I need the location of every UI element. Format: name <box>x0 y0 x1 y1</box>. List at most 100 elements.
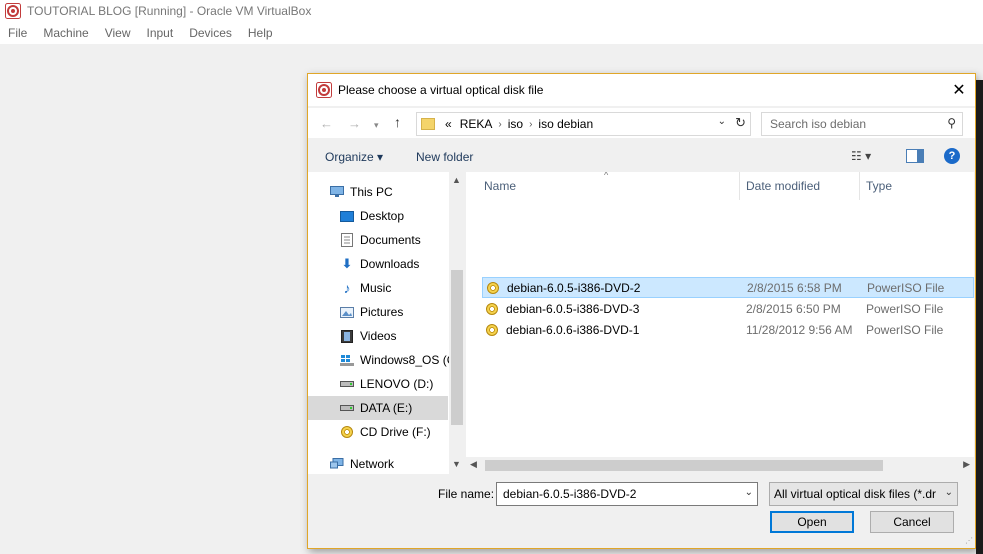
file-name-input[interactable] <box>501 486 735 502</box>
nav-item-windows8-os[interactable]: Windows8_OS (C <box>340 348 465 372</box>
nav-item-label: Music <box>360 281 392 295</box>
help-icon[interactable]: ? <box>944 148 960 164</box>
folder-icon <box>421 118 435 130</box>
file-name-combobox[interactable]: ⌄ <box>496 482 758 506</box>
nav-item-lenovo-d[interactable]: LENOVO (D:) <box>340 372 465 396</box>
drive-icon <box>340 401 354 415</box>
dialog-title: Please choose a virtual optical disk fil… <box>338 83 544 97</box>
chevron-right-icon[interactable]: › <box>529 119 532 130</box>
file-type-select[interactable]: All virtual optical disk files (*.dr ⌄ <box>769 482 958 506</box>
chevron-right-icon[interactable]: › <box>498 119 501 130</box>
menu-file[interactable]: File <box>0 26 35 40</box>
nav-item-data-e[interactable]: DATA (E:) <box>308 396 448 420</box>
pictures-icon <box>340 305 354 319</box>
disc-image-icon <box>486 323 498 336</box>
chevron-down-icon[interactable]: ⌄ <box>945 487 953 498</box>
menu-machine[interactable]: Machine <box>35 26 96 40</box>
preview-pane-icon[interactable] <box>906 149 924 163</box>
nav-item-documents[interactable]: Documents <box>340 228 465 252</box>
nav-item-music[interactable]: ♪ Music <box>340 276 465 300</box>
nav-item-label: LENOVO (D:) <box>360 377 434 391</box>
view-options-icon[interactable]: ☷ ▾ <box>851 149 871 163</box>
cancel-button[interactable]: Cancel <box>870 511 954 533</box>
dialog-footer: File name: ⌄ All virtual optical disk fi… <box>308 475 975 548</box>
nav-item-this-pc[interactable]: This PC <box>330 180 465 204</box>
disc-icon <box>341 426 353 438</box>
scrollbar-thumb[interactable] <box>485 460 883 471</box>
file-dialog: Please choose a virtual optical disk fil… <box>307 73 983 554</box>
virtualbox-icon <box>5 3 21 19</box>
chevron-down-icon[interactable]: ▾ <box>374 120 379 131</box>
breadcrumb-overflow[interactable]: « <box>445 117 452 131</box>
nav-item-network[interactable]: Network <box>330 452 465 474</box>
drive-icon <box>340 377 354 391</box>
file-row[interactable]: debian-6.0.6-i386-DVD-1 11/28/2012 9:56 … <box>482 319 974 340</box>
breadcrumb-reka[interactable]: REKA <box>460 117 493 131</box>
virtualbox-icon <box>316 82 332 98</box>
column-divider[interactable] <box>739 172 740 200</box>
search-box[interactable]: ⚲ <box>761 112 963 136</box>
nav-item-label: This PC <box>350 185 393 199</box>
refresh-icon[interactable]: ↻ <box>735 115 746 131</box>
computer-icon <box>330 185 344 199</box>
file-name: debian-6.0.6-i386-DVD-1 <box>506 322 640 337</box>
nav-item-pictures[interactable]: Pictures <box>340 300 465 324</box>
scroll-right-icon[interactable]: ▶ <box>963 459 970 470</box>
back-arrow-icon[interactable]: ← <box>320 116 333 131</box>
file-name: debian-6.0.5-i386-DVD-2 <box>507 280 641 295</box>
scroll-left-icon[interactable]: ◀ <box>470 459 477 470</box>
file-date: 2/8/2015 6:50 PM <box>746 301 841 316</box>
menu-input[interactable]: Input <box>139 26 182 40</box>
nav-item-label: CD Drive (F:) <box>360 425 431 439</box>
scroll-down-icon[interactable]: ▼ <box>452 459 461 469</box>
file-row[interactable]: debian-6.0.5-i386-DVD-2 2/8/2015 6:58 PM… <box>482 277 974 298</box>
file-row[interactable]: debian-6.0.5-i386-DVD-3 2/8/2015 6:50 PM… <box>482 298 974 319</box>
file-type: PowerISO File <box>866 301 944 316</box>
nav-item-label: Desktop <box>360 209 405 223</box>
nav-item-label: Windows8_OS (C <box>360 353 456 367</box>
new-folder-button[interactable]: New folder <box>416 150 473 164</box>
chevron-down-icon[interactable]: ⌄ <box>745 487 753 498</box>
column-divider[interactable] <box>859 172 860 200</box>
menu-view[interactable]: View <box>97 26 139 40</box>
dialog-titlebar: Please choose a virtual optical disk fil… <box>308 74 975 106</box>
nav-item-desktop[interactable]: Desktop <box>340 204 465 228</box>
nav-item-downloads[interactable]: ⬇ Downloads <box>340 252 465 276</box>
menu-help[interactable]: Help <box>240 26 281 40</box>
open-button[interactable]: Open <box>770 511 854 533</box>
navigation-scrollbar[interactable]: ▲ ▼ <box>449 172 465 474</box>
file-date: 2/8/2015 6:58 PM <box>747 280 842 295</box>
address-bar[interactable]: « REKA › iso › iso debian ⌄ ↻ <box>416 112 751 136</box>
scroll-up-icon[interactable]: ▲ <box>452 175 461 185</box>
file-type: PowerISO File <box>867 280 945 295</box>
column-header-type[interactable]: Type <box>866 172 892 200</box>
close-button[interactable]: ✕ <box>943 74 975 106</box>
nav-item-label: Documents <box>360 233 421 247</box>
file-list-pane: ^ Name Date modified Type debian-6.0.5-i… <box>466 172 974 474</box>
address-row: ← → ▾ ↑ « REKA › iso › iso debian ⌄ ↻ ⚲ <box>308 108 975 138</box>
up-arrow-icon[interactable]: ↑ <box>394 114 401 130</box>
column-header-name[interactable]: Name <box>484 172 516 200</box>
music-icon: ♪ <box>343 280 351 296</box>
search-input[interactable] <box>768 116 942 132</box>
breadcrumb-iso[interactable]: iso <box>508 117 523 131</box>
horizontal-scrollbar[interactable]: ◀ ▶ <box>466 457 974 474</box>
forward-arrow-icon[interactable]: → <box>348 116 361 131</box>
resize-grip-icon[interactable]: ⋰ <box>965 536 973 545</box>
file-name-label: File name: <box>438 487 495 501</box>
file-name: debian-6.0.5-i386-DVD-3 <box>506 301 640 316</box>
sort-caret-icon: ^ <box>604 172 609 180</box>
breadcrumb-iso-debian[interactable]: iso debian <box>538 117 593 131</box>
videos-icon <box>340 329 354 343</box>
column-header-date[interactable]: Date modified <box>746 172 820 200</box>
file-type-value: All virtual optical disk files (*.dr <box>774 487 937 501</box>
desktop-icon <box>340 209 354 223</box>
scrollbar-thumb[interactable] <box>451 270 463 425</box>
menu-bar: File Machine View Input Devices Help <box>0 22 983 44</box>
chevron-down-icon[interactable]: ⌄ <box>718 116 726 127</box>
nav-item-videos[interactable]: Videos <box>340 324 465 348</box>
nav-item-cd-drive-f[interactable]: CD Drive (F:) <box>340 420 465 444</box>
search-icon[interactable]: ⚲ <box>947 116 956 130</box>
organize-button[interactable]: Organize ▾ <box>325 150 383 164</box>
menu-devices[interactable]: Devices <box>181 26 240 40</box>
